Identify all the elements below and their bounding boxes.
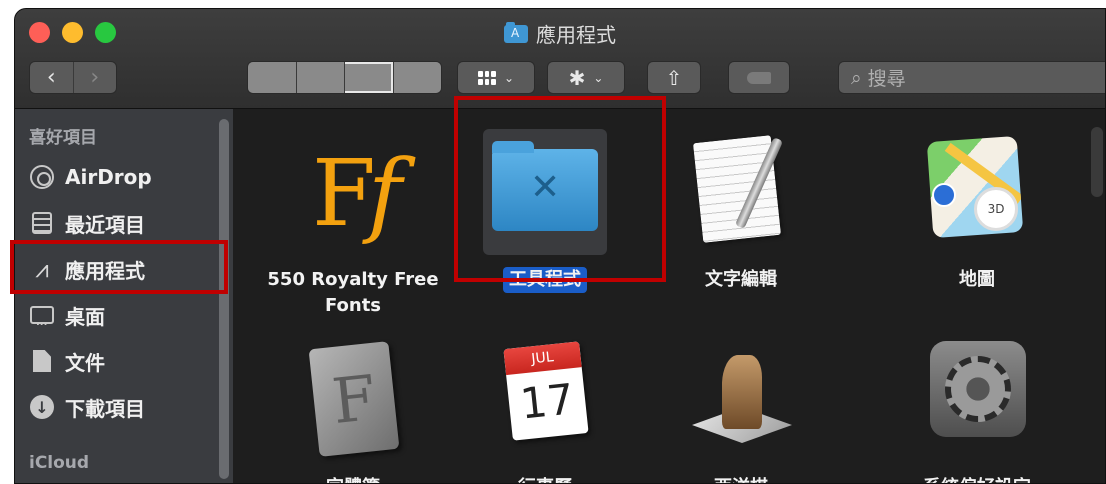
fonts-ff-icon: Ff — [312, 140, 402, 247]
columns-icon — [345, 62, 393, 93]
sidebar-item-downloads[interactable]: ↓ 下載項目 — [29, 389, 219, 425]
gear-icon: ✱ — [568, 65, 586, 90]
sidebar-item-label: 下載項目 — [65, 396, 145, 421]
sidebar-item-label: 最近項目 — [65, 212, 145, 237]
icon-view-button[interactable] — [248, 62, 296, 93]
sidebar: 喜好項目 AirDrop 最近項目 ⩘ 應用程式 桌面 文件 ↓ 下載項目 iC… — [15, 109, 233, 483]
window-title: 應用程式 — [15, 19, 1105, 48]
sidebar-item-documents[interactable]: 文件 — [29, 343, 219, 379]
highlight-box-sidebar — [10, 240, 228, 294]
app-label: 行事曆 — [445, 475, 645, 483]
file-browser: Ff 550 Royalty FreeFonts 工具程式 文字編輯 3 — [233, 109, 1105, 483]
recents-icon — [29, 210, 55, 236]
chevron-right-icon: › — [90, 65, 100, 90]
system-preferences-icon — [912, 337, 1042, 467]
nav-buttons: ‹ › — [29, 61, 117, 94]
grid-icon — [248, 62, 296, 93]
app-item-fonts[interactable]: Ff 550 Royalty Free Fonts — [253, 129, 453, 319]
back-button[interactable]: ‹ — [30, 62, 73, 93]
textedit-icon — [676, 129, 806, 259]
app-item-calendar[interactable]: JUL17 行事曆 — [445, 337, 645, 483]
app-label: 550 Royalty Free Fonts — [267, 269, 439, 316]
app-label: 系統偏好設定 — [877, 475, 1077, 483]
sidebar-item-label: 文件 — [65, 350, 105, 375]
app-item-fontbook[interactable]: F 字體簿 — [253, 337, 453, 483]
list-view-button[interactable] — [295, 62, 344, 93]
fontbook-icon: F — [288, 337, 418, 467]
airdrop-icon — [29, 164, 55, 190]
app-item-chess[interactable]: 西洋棋 — [641, 337, 841, 483]
sidebar-scrollbar[interactable] — [219, 119, 229, 479]
tag-icon — [747, 71, 771, 84]
search-icon: ⌕ — [851, 66, 862, 89]
chevron-down-icon: ⌄ — [593, 70, 604, 85]
action-button[interactable]: ✱ ⌄ — [547, 61, 625, 94]
column-view-button[interactable] — [344, 62, 393, 93]
highlight-box-utilities — [454, 96, 666, 282]
window-title-text: 應用程式 — [536, 23, 616, 47]
share-icon: ⇧ — [665, 65, 683, 90]
sidebar-item-airdrop[interactable]: AirDrop — [29, 159, 219, 195]
sidebar-item-recents[interactable]: 最近項目 — [29, 205, 219, 241]
vertical-scrollbar[interactable] — [1091, 127, 1103, 197]
app-label: 西洋棋 — [641, 475, 841, 483]
chevron-left-icon: ‹ — [46, 65, 56, 90]
desktop-icon — [29, 302, 55, 328]
calendar-icon: JUL 17 — [480, 337, 610, 467]
share-button[interactable]: ⇧ — [647, 61, 701, 94]
documents-icon — [29, 348, 55, 374]
group-grid-icon — [477, 70, 496, 85]
sidebar-heading-favorites: 喜好項目 — [29, 128, 97, 148]
view-mode-group — [247, 61, 442, 94]
tags-button[interactable] — [728, 61, 790, 94]
sidebar-heading-icloud: iCloud — [29, 453, 90, 473]
app-item-textedit[interactable]: 文字編輯 — [641, 129, 841, 293]
gallery-icon — [393, 62, 441, 93]
app-item-maps[interactable]: 3D 地圖 — [877, 129, 1077, 293]
app-label: 文字編輯 — [705, 269, 777, 290]
sidebar-item-label: AirDrop — [65, 165, 152, 189]
app-label: 字體簿 — [253, 475, 453, 483]
gallery-view-button[interactable] — [392, 62, 441, 93]
chevron-down-icon: ⌄ — [503, 70, 515, 85]
search-field[interactable]: ⌕ 搜尋 — [838, 61, 1105, 94]
maps-icon: 3D — [912, 129, 1042, 259]
sidebar-item-desktop[interactable]: 桌面 — [29, 297, 219, 333]
group-by-button[interactable]: ⌄ — [457, 61, 535, 94]
app-item-system-preferences[interactable]: 系統偏好設定 — [877, 337, 1077, 483]
sidebar-item-label: 桌面 — [65, 304, 105, 329]
chess-icon — [676, 337, 806, 467]
app-label: 地圖 — [959, 269, 995, 290]
forward-button[interactable]: › — [72, 62, 117, 93]
titlebar: 應用程式 ‹ › ⌄ ✱ ⌄ — [15, 9, 1105, 109]
search-placeholder: 搜尋 — [867, 68, 906, 90]
list-icon — [296, 62, 344, 93]
applications-folder-icon — [504, 21, 528, 43]
downloads-icon: ↓ — [29, 394, 55, 420]
